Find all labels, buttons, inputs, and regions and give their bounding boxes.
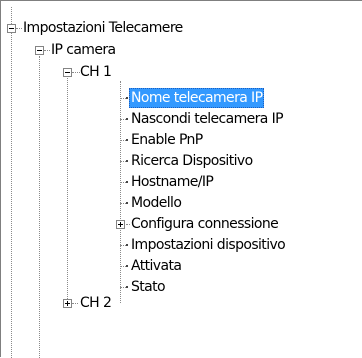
tree-line-ch1-children <box>120 81 121 303</box>
tree-node-enable-pnp[interactable]: Enable PnP <box>129 130 205 150</box>
connector-dot <box>126 286 128 288</box>
tree-node-modello[interactable]: Modello <box>129 193 183 213</box>
connector-dot <box>126 181 128 183</box>
connector-dot <box>126 118 128 120</box>
tree-node-stato[interactable]: Stato <box>129 277 167 297</box>
expand-ch2-icon[interactable] <box>63 299 72 308</box>
tree-node-impostazioni-dispositivo[interactable]: Impostazioni dispositivo <box>129 235 287 255</box>
tree-line-ipcamera <box>39 56 40 358</box>
tree-node-ch2[interactable]: CH 2 <box>78 293 113 313</box>
tree-node-nome-telecamera-ip[interactable]: Nome telecamera IP <box>129 88 265 108</box>
tree-line-root <box>11 7 12 358</box>
collapse-root-icon[interactable] <box>7 24 16 33</box>
tree-node-attivata[interactable]: Attivata <box>129 256 183 276</box>
tree-node-hostname-ip[interactable]: Hostname/IP <box>129 172 215 192</box>
settings-tree-view[interactable]: Impostazioni Telecamere IP camera CH 1 N… <box>0 0 362 358</box>
collapse-ch1-icon[interactable] <box>63 68 72 77</box>
tree-node-ch1[interactable]: CH 1 <box>78 62 113 82</box>
connector-dot <box>126 265 128 267</box>
tree-line-ch1 <box>67 78 68 299</box>
tree-node-nascondi-telecamera-ip[interactable]: Nascondi telecamera IP <box>129 109 285 129</box>
connector-dot <box>126 244 128 246</box>
connector-dot <box>126 160 128 162</box>
connector-dot <box>126 202 128 204</box>
tree-node-configura-connessione[interactable]: Configura connessione <box>129 214 280 234</box>
connector-dot <box>126 97 128 99</box>
expand-configura-connessione-icon[interactable] <box>116 220 125 229</box>
connector-dot <box>126 139 128 141</box>
collapse-ip-camera-icon[interactable] <box>35 46 44 55</box>
tree-node-ip-camera[interactable]: IP camera <box>49 40 117 60</box>
tree-node-impostazioni-telecamere[interactable]: Impostazioni Telecamere <box>21 18 185 38</box>
tree-node-ricerca-dispositivo[interactable]: Ricerca Dispositivo <box>129 151 255 171</box>
